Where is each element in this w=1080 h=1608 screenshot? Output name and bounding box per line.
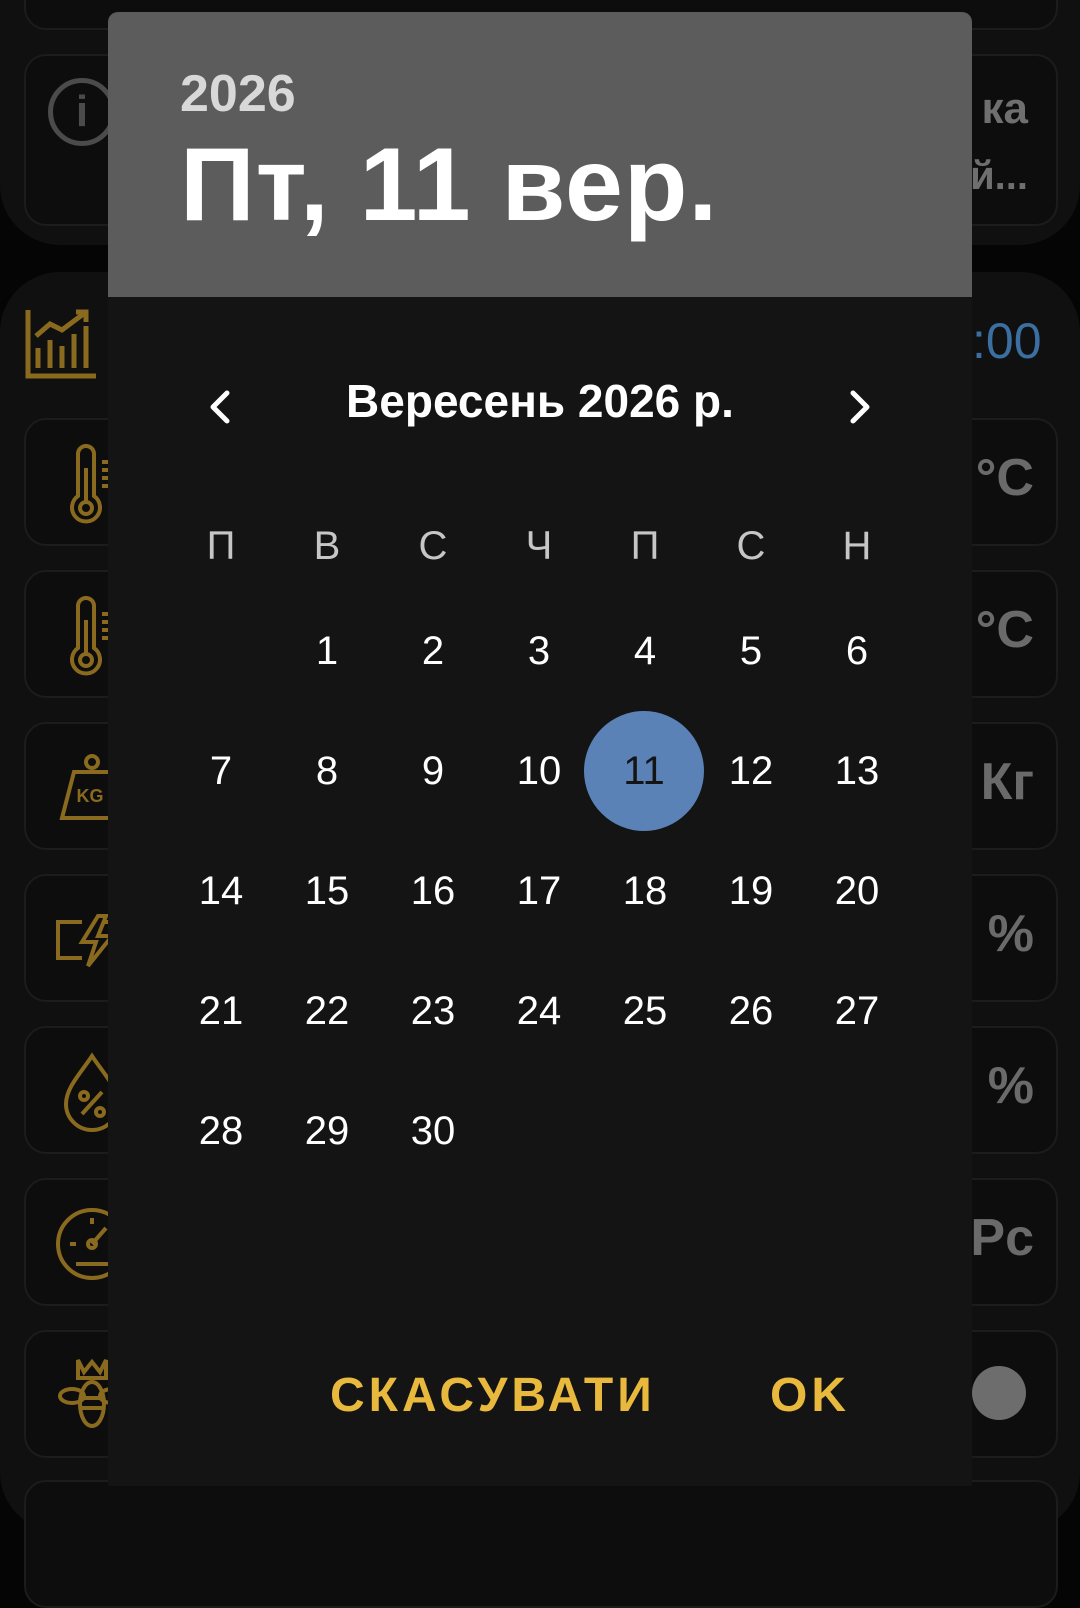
day-cell[interactable]: 7	[168, 718, 274, 824]
weekday-label: П	[630, 524, 660, 568]
day-cell[interactable]: 16	[380, 838, 486, 944]
time-readout: :00	[972, 313, 1042, 369]
unit-label: Кг	[980, 753, 1034, 811]
day-cell[interactable]: 6	[804, 598, 910, 704]
info-title-peek: ка	[981, 84, 1029, 133]
weekday-label: Ч	[525, 524, 553, 568]
day-cell[interactable]: 17	[486, 838, 592, 944]
info-icon: i	[48, 78, 116, 146]
day-cell[interactable]: 22	[274, 958, 380, 1064]
weekday-label: С	[736, 524, 766, 568]
day-cell-selected[interactable]: 11	[584, 711, 704, 831]
weekday-label: П	[206, 524, 236, 568]
day-cell[interactable]: 1	[274, 598, 380, 704]
unit-label: °C	[975, 449, 1034, 507]
next-month-button[interactable]	[824, 372, 894, 442]
day-cell[interactable]: 23	[380, 958, 486, 1064]
unit-label: %	[987, 1057, 1034, 1115]
weekday-label: Н	[842, 524, 872, 568]
day-cell[interactable]: 25	[592, 958, 698, 1064]
chart-icon[interactable]	[24, 308, 96, 380]
day-cell[interactable]: 21	[168, 958, 274, 1064]
day-cell[interactable]: 12	[698, 718, 804, 824]
chevron-right-icon	[850, 390, 870, 424]
toggle-switch[interactable]	[972, 1366, 1026, 1420]
day-cell[interactable]: 5	[698, 598, 804, 704]
weekday-label: В	[313, 524, 341, 568]
previous-month-button[interactable]	[186, 372, 256, 442]
day-cell[interactable]: 26	[698, 958, 804, 1064]
day-cell[interactable]: 27	[804, 958, 910, 1064]
selected-date-label: Пт, 11 вер.	[180, 127, 719, 243]
year-selector[interactable]: 2026	[180, 64, 296, 124]
day-cell[interactable]: 14	[168, 838, 274, 944]
day-cell[interactable]: 4	[592, 598, 698, 704]
day-cell[interactable]: 13	[804, 718, 910, 824]
weekday-label: С	[418, 524, 448, 568]
svg-text:KG: KG	[77, 786, 104, 806]
info-subtitle-peek: й...	[970, 154, 1028, 198]
day-cell[interactable]: 18	[592, 838, 698, 944]
cancel-button[interactable]: СКАСУВАТИ	[330, 1364, 656, 1428]
day-cell[interactable]: 3	[486, 598, 592, 704]
day-cell[interactable]: 20	[804, 838, 910, 944]
ok-button[interactable]: OK	[770, 1364, 850, 1428]
day-cell[interactable]: 10	[486, 718, 592, 824]
day-cell[interactable]: 30	[380, 1078, 486, 1184]
day-cell[interactable]: 8	[274, 718, 380, 824]
unit-label: %	[987, 905, 1034, 963]
day-cell[interactable]: 9	[380, 718, 486, 824]
unit-label: °C	[975, 601, 1034, 659]
day-cell[interactable]: 2	[380, 598, 486, 704]
day-cell[interactable]: 24	[486, 958, 592, 1064]
month-year-label: Вересень 2026 р.	[346, 375, 734, 427]
date-picker-dialog: 2026 Пт, 11 вер. Вересень 2026 р. ПВСЧПС…	[108, 12, 972, 1486]
day-cell[interactable]: 28	[168, 1078, 274, 1184]
day-cell[interactable]: 19	[698, 838, 804, 944]
day-cell[interactable]: 15	[274, 838, 380, 944]
day-cell[interactable]: 29	[274, 1078, 380, 1184]
unit-label: Рс	[970, 1209, 1034, 1267]
date-picker-header: 2026 Пт, 11 вер.	[108, 12, 972, 297]
chevron-left-icon	[210, 390, 230, 424]
sensor-row-next	[24, 1480, 1058, 1608]
